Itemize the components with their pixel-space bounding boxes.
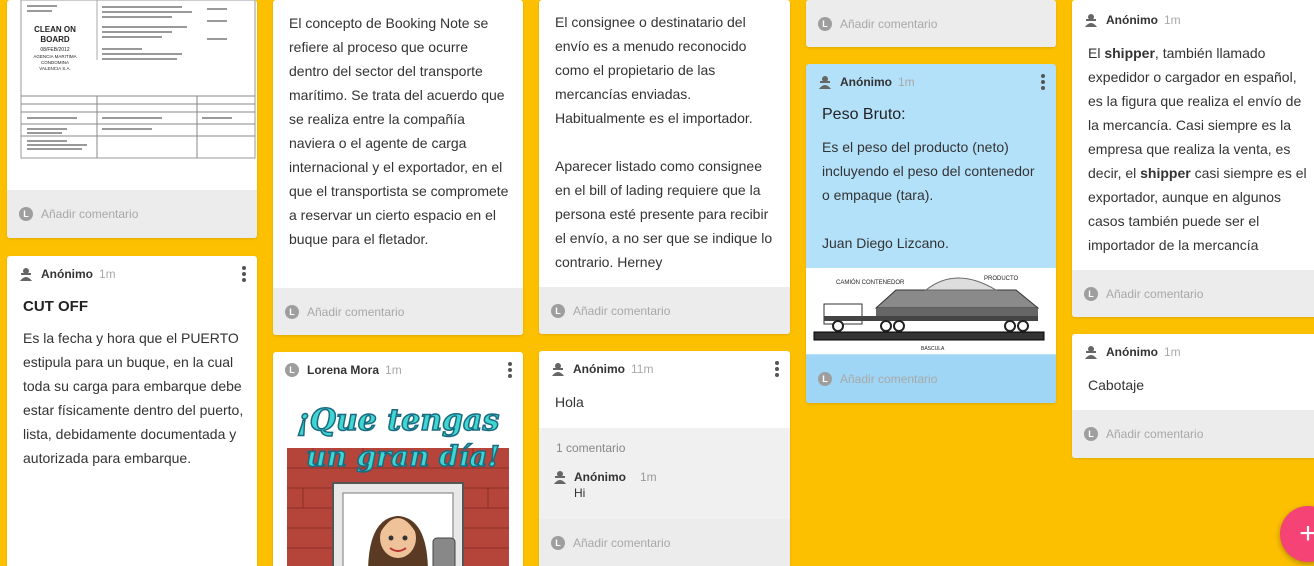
svg-text:BOARD: BOARD <box>40 35 70 44</box>
comment-item: Anónimo 1m Hi <box>553 468 780 508</box>
comment-time: 1m <box>640 470 657 484</box>
card-body: El concepto de Booking Note se refiere a… <box>289 15 509 247</box>
more-options-icon[interactable] <box>507 362 513 378</box>
post-time: 11m <box>631 362 654 376</box>
card-header: Anónimo 1m <box>1084 342 1310 362</box>
bold-term: shipper <box>1104 45 1155 61</box>
add-comment-footer[interactable]: L Añadir comentario <box>539 519 790 566</box>
comment-author: Anónimo <box>574 470 626 484</box>
post-time: 1m <box>1164 345 1181 359</box>
add-comment-footer[interactable]: L Añadir comentario <box>273 288 523 335</box>
user-avatar: L <box>551 536 565 550</box>
add-comment-label: Añadir comentario <box>840 16 938 31</box>
add-comment-label: Añadir comentario <box>573 536 671 550</box>
card-header: Anónimo 1m <box>19 264 247 284</box>
text-run: , también llamado expedidor o cargador e… <box>1088 45 1302 181</box>
anonymous-avatar-icon <box>552 363 564 376</box>
add-comment-footer[interactable]: L Añadir comentario <box>539 287 790 334</box>
post-time: 1m <box>1164 13 1181 27</box>
anonymous-avatar-icon <box>819 76 831 89</box>
more-options-icon[interactable] <box>1040 74 1046 90</box>
more-options-icon[interactable] <box>774 361 780 377</box>
add-comment-footer[interactable]: L Añadir comentario <box>7 190 257 238</box>
anonymous-avatar-icon <box>1085 14 1097 27</box>
add-comment-label: Añadir comentario <box>573 304 671 318</box>
user-avatar: L <box>818 16 832 31</box>
sticker-text-1: ¡Que tengas <box>297 403 500 438</box>
user-avatar: L <box>818 372 832 386</box>
add-comment-footer[interactable]: L Añadir comentario <box>806 355 1056 403</box>
user-avatar: L <box>1084 287 1098 301</box>
author-name: Anónimo <box>840 75 892 89</box>
card-body: El shipper, también llamado expedidor o … <box>1088 41 1310 257</box>
anonymous-avatar-icon <box>20 268 32 281</box>
add-comment-label: Añadir comentario <box>307 305 405 319</box>
user-avatar: L <box>551 304 565 318</box>
card-body: El consignee o destinatario del envío es… <box>555 14 773 270</box>
user-avatar: L <box>285 363 299 377</box>
author-name: Anónimo <box>1106 345 1158 359</box>
text-run: El <box>1088 45 1105 61</box>
add-post-button[interactable]: + <box>1280 506 1314 562</box>
add-comment-footer[interactable]: L Añadir comentario <box>1072 410 1314 458</box>
card-peso-bruto[interactable]: Anónimo 1m Peso Bruto: Es el peso del pr… <box>806 64 1056 403</box>
card-header: L Lorena Mora 1m <box>285 360 513 380</box>
user-avatar: L <box>1084 427 1098 441</box>
card-consignee[interactable]: El consignee o destinatario del envío es… <box>539 0 790 334</box>
card-header: Anónimo 1m <box>1084 10 1310 30</box>
card-bill-of-lading[interactable]: CLEAN ON BOARD 08/FEB/2012 AGENCIA MARIT… <box>7 0 257 238</box>
card-header: Anónimo 11m <box>551 359 780 379</box>
post-time: 1m <box>385 363 402 377</box>
doc-clean-on-board: CLEAN ON <box>34 25 76 34</box>
add-comment-footer[interactable]: L Añadir comentario <box>1072 270 1314 317</box>
bill-of-lading-image: CLEAN ON BOARD 08/FEB/2012 AGENCIA MARIT… <box>20 0 256 159</box>
img-label-producto: PRODUCTO <box>984 276 1019 282</box>
greeting-sticker-image: ¡Que tengas un gran día! <box>287 402 509 566</box>
card-body: Cabotaje <box>1088 377 1145 393</box>
svg-text:08/FEB/2012: 08/FEB/2012 <box>40 47 69 53</box>
bold-term: shipper <box>1140 165 1191 181</box>
more-options-icon[interactable] <box>241 266 247 282</box>
anonymous-avatar-icon <box>1085 346 1097 359</box>
svg-text:CONDOMINA: CONDOMINA <box>41 60 69 65</box>
card-hola[interactable]: Anónimo 11m Hola 1 comentario Anónimo 1m… <box>539 351 790 566</box>
card-body: Hola <box>555 394 584 410</box>
card-cut-off[interactable]: Anónimo 1m CUT OFF Es la fecha y hora qu… <box>7 256 257 566</box>
comment-text: Hi <box>574 486 586 500</box>
truck-scale-image: CAMIÓN CONTENEDOR PRODUCTO BÁSCULA <box>806 268 1056 354</box>
card-lorena-mora[interactable]: L Lorena Mora 1m ¡Que tengas un gran día… <box>273 352 523 566</box>
post-time: 1m <box>99 267 116 281</box>
card-comment-footer-only[interactable]: L Añadir comentario <box>806 0 1056 47</box>
img-label-bascula: BÁSCULA <box>921 345 945 352</box>
svg-text:AGENCIA MARITIMA: AGENCIA MARITIMA <box>33 54 76 59</box>
card-shipper[interactable]: Anónimo 1m El shipper, también llamado e… <box>1072 0 1314 317</box>
user-avatar: L <box>285 305 299 319</box>
card-title: Peso Bruto: <box>822 106 906 123</box>
add-comment-label: Añadir comentario <box>1106 427 1204 441</box>
card-booking-note[interactable]: El concepto de Booking Note se refiere a… <box>273 0 523 335</box>
author-name: Anónimo <box>41 267 93 281</box>
add-comment-label: Añadir comentario <box>840 372 938 386</box>
sticker-text-2: un gran día! <box>306 440 500 473</box>
author-name: Anónimo <box>573 362 625 376</box>
comments-section: 1 comentario Anónimo 1m Hi <box>539 428 790 528</box>
img-label-camion: CAMIÓN CONTENEDOR <box>836 279 905 286</box>
add-comment-label: Añadir comentario <box>41 207 139 221</box>
author-name: Anónimo <box>1106 13 1158 27</box>
card-body: Es el peso del producto (neto) incluyend… <box>822 139 1035 251</box>
svg-text:VALENCIA S.A.: VALENCIA S.A. <box>39 66 70 71</box>
comment-count[interactable]: 1 comentario <box>556 441 625 455</box>
add-comment-label: Añadir comentario <box>1106 287 1204 301</box>
add-comment-footer[interactable]: L Añadir comentario <box>806 0 1056 47</box>
user-avatar: L <box>19 207 33 221</box>
post-time: 1m <box>898 75 915 89</box>
card-body: Es la fecha y hora que el PUERTO estipul… <box>23 330 244 466</box>
card-cabotaje[interactable]: Anónimo 1m Cabotaje L Añadir comentario <box>1072 334 1314 458</box>
author-name: Lorena Mora <box>307 363 380 377</box>
anonymous-avatar-icon <box>554 471 566 484</box>
card-title: CUT OFF <box>23 298 88 315</box>
card-header: Anónimo 1m <box>818 72 1046 92</box>
